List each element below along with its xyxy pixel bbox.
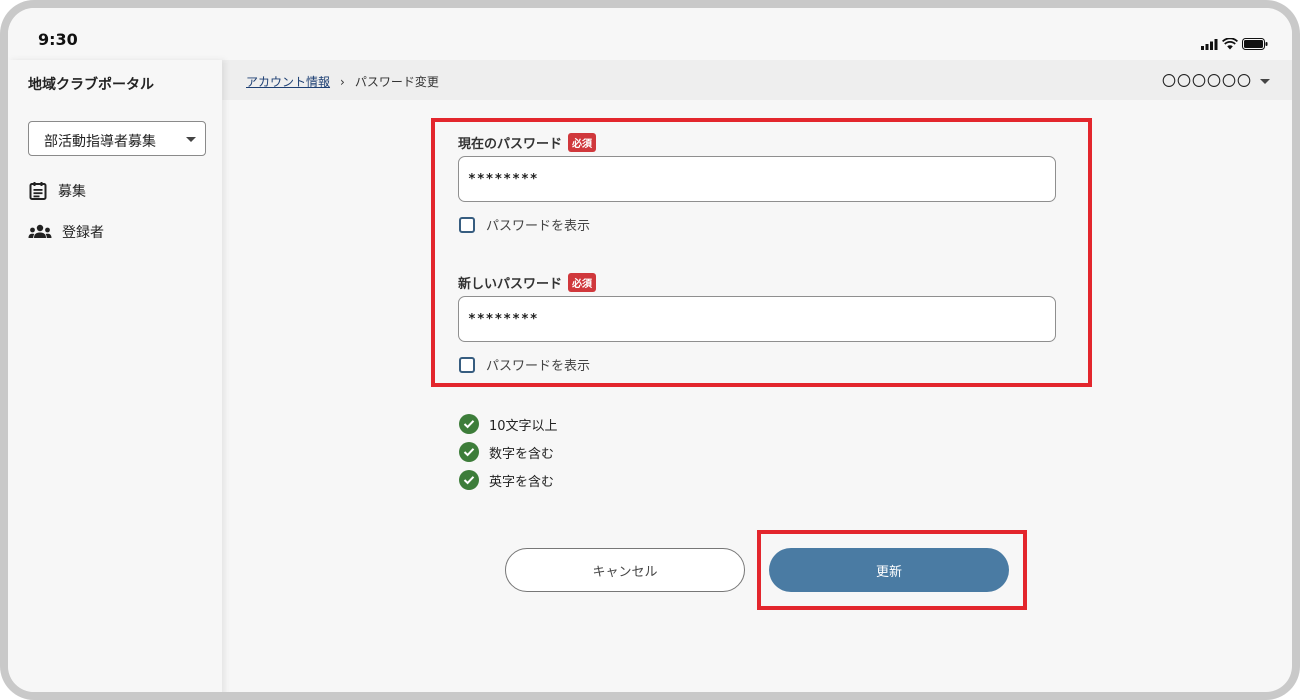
sidebar-item-registrants-label: 登録者 <box>62 225 104 241</box>
password-rule-letter-text: 英字を含む <box>489 474 555 490</box>
user-menu[interactable]: 〇〇〇〇〇〇 <box>1162 71 1270 91</box>
sidebar-item-recruitment[interactable]: 募集 <box>28 181 86 201</box>
password-rule-number: 数字を含む <box>459 442 554 462</box>
status-bar: 9:30 <box>8 8 1292 64</box>
group-icon <box>28 224 52 238</box>
battery-icon <box>1242 38 1268 50</box>
check-circle-icon <box>459 470 479 490</box>
show-new-password-checkbox[interactable] <box>459 356 475 373</box>
password-rule-length: 10文字以上 <box>459 414 558 434</box>
club-selector[interactable]: 部活動指導者募集 <box>28 121 206 156</box>
screen: 9:30 地域クラブポータル 部活動指導者募集 募集 登録者 アカウント情報 ›… <box>8 8 1292 692</box>
current-password-input[interactable] <box>458 156 1056 202</box>
show-current-password-label: パスワードを表示 <box>486 219 591 234</box>
new-password-label-text: 新しいパスワード <box>458 277 563 292</box>
wifi-icon <box>1222 38 1238 50</box>
status-icons <box>1201 38 1268 50</box>
top-bar: アカウント情報 › パスワード変更 〇〇〇〇〇〇 <box>222 60 1292 100</box>
update-button[interactable]: 更新 <box>769 548 1009 592</box>
signal-icon <box>1201 38 1218 50</box>
status-time: 9:30 <box>38 30 78 49</box>
show-current-password-checkbox[interactable] <box>459 216 475 233</box>
device-frame: 9:30 地域クラブポータル 部活動指導者募集 募集 登録者 アカウント情報 ›… <box>0 0 1300 700</box>
check-circle-icon <box>459 442 479 462</box>
sidebar-item-recruitment-label: 募集 <box>58 184 86 200</box>
password-rule-letter: 英字を含む <box>459 470 554 490</box>
sidebar-item-registrants[interactable]: 登録者 <box>28 222 104 242</box>
breadcrumb: アカウント情報 › パスワード変更 <box>246 73 439 90</box>
breadcrumb-account-info-link[interactable]: アカウント情報 <box>246 73 330 90</box>
show-new-password-toggle[interactable]: パスワードを表示 <box>459 355 590 374</box>
new-password-label: 新しいパスワード 必須 <box>458 273 597 292</box>
password-rule-length-text: 10文字以上 <box>489 418 558 434</box>
breadcrumb-current: パスワード変更 <box>354 75 439 89</box>
new-password-input[interactable] <box>458 296 1056 342</box>
show-current-password-toggle[interactable]: パスワードを表示 <box>459 215 590 234</box>
clipboard-list-icon <box>29 182 47 200</box>
current-password-label-text: 現在のパスワード <box>458 137 563 152</box>
chevron-down-icon <box>186 137 196 142</box>
sidebar: 地域クラブポータル 部活動指導者募集 募集 登録者 <box>8 60 222 692</box>
password-rule-number-text: 数字を含む <box>489 446 555 462</box>
required-badge: 必須 <box>568 273 597 292</box>
current-password-label: 現在のパスワード 必須 <box>458 133 597 152</box>
chevron-down-icon <box>1260 78 1270 84</box>
check-circle-icon <box>459 414 479 434</box>
app-title: 地域クラブポータル <box>28 77 154 93</box>
chevron-right-icon: › <box>340 74 345 89</box>
required-badge: 必須 <box>568 133 597 152</box>
cancel-button[interactable]: キャンセル <box>505 548 745 592</box>
club-selector-value: 部活動指導者募集 <box>44 134 156 150</box>
user-name: 〇〇〇〇〇〇 <box>1162 74 1252 90</box>
show-new-password-label: パスワードを表示 <box>486 359 591 374</box>
